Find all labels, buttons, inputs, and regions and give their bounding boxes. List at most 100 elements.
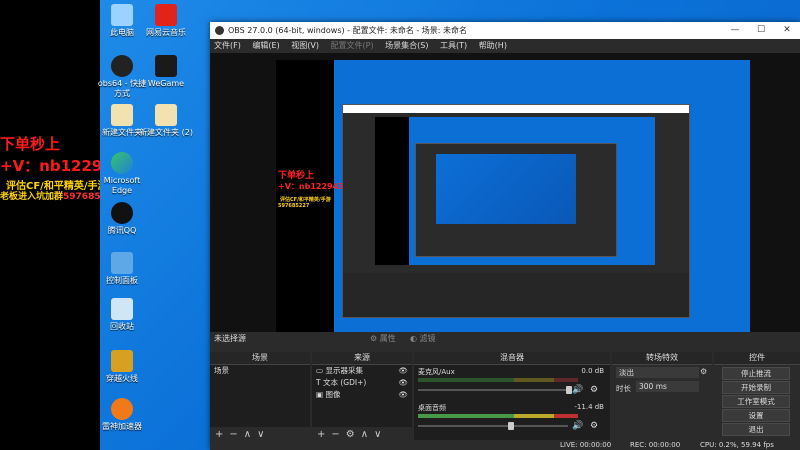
mixer-dock-header: 混音器 — [414, 352, 610, 365]
desktop-icon-new-folder-2[interactable]: 新建文件夹 (2) — [138, 104, 194, 138]
menu-file[interactable]: 文件(F) — [214, 41, 241, 50]
preview-overlay-line-1: 下单秒上 — [278, 171, 315, 181]
desktop-icon-label: 控制面板 — [106, 276, 138, 285]
move-down-button[interactable]: ∨ — [374, 429, 381, 440]
gear-icon[interactable]: ⚙ — [590, 385, 598, 395]
remove-source-button[interactable]: − — [331, 429, 339, 440]
scene-item[interactable]: 场景 — [210, 365, 310, 377]
scenes-list: 场景 — [210, 365, 310, 427]
rec-status: REC: 00:00:00 — [630, 441, 681, 449]
minimize-button[interactable]: — — [722, 22, 748, 39]
volume-slider-handle[interactable] — [508, 422, 514, 430]
start-recording-button[interactable]: 开始录制 — [722, 381, 790, 394]
stop-streaming-button[interactable]: 停止推流 — [722, 367, 790, 380]
desktop-icon-control-panel[interactable]: 控制面板 — [94, 252, 150, 286]
gear-icon[interactable]: ⚙ — [700, 367, 707, 376]
close-button[interactable]: ✕ — [774, 22, 800, 39]
exit-button[interactable]: 退出 — [722, 423, 790, 436]
preview-overlay-line-2: +V：nb122943 — [278, 182, 344, 191]
folder-icon — [111, 104, 133, 126]
leishen-icon — [111, 398, 133, 420]
menu-tools[interactable]: 工具(T) — [440, 41, 467, 50]
obs-titlebar[interactable]: OBS 27.0.0 (64-bit, windows) - 配置文件: 未命名… — [210, 22, 800, 39]
add-source-button[interactable]: + — [317, 429, 325, 440]
overlay-text-line-1: 下单秒上 — [0, 135, 61, 153]
duration-input[interactable]: 300 ms — [636, 381, 699, 392]
source-item[interactable]: T 文本 (GDI+) 👁 — [312, 377, 412, 389]
preview-overlay-line-4: 597685227 — [278, 203, 310, 209]
menu-help[interactable]: 帮助(H) — [479, 41, 507, 50]
desktop-icon-crossfire[interactable]: 穿越火线 — [94, 350, 150, 384]
mixer-channel-db: -11.4 dB — [574, 403, 604, 411]
preview-display-capture: 下单秒上 +V：nb122943 评估CF/和平精英/手游 597685227 — [276, 60, 750, 347]
obs-title: OBS 27.0.0 (64-bit, windows) - 配置文件: 未命名… — [228, 26, 468, 35]
desktop-icon-wegame[interactable]: WeGame — [138, 55, 194, 89]
nested-obs-window — [342, 104, 690, 318]
desktop-icon-label: 网易云音乐 — [146, 28, 186, 37]
no-source-selected-label: 未选择源 — [214, 334, 246, 343]
desktop-icon-label: 此电脑 — [110, 28, 134, 37]
sources-list: ▭ 显示器采集 👁 T 文本 (GDI+) 👁 ▣ 图像 👁 — [312, 365, 412, 427]
folder-icon — [155, 104, 177, 126]
volume-slider[interactable] — [418, 386, 572, 394]
maximize-button[interactable]: ☐ — [748, 22, 774, 39]
desktop-icon-edge[interactable]: Microsoft Edge — [94, 152, 150, 196]
nested-overlay-strip — [375, 117, 409, 265]
filters-label: 滤镜 — [419, 334, 436, 343]
volume-meter — [418, 378, 578, 382]
controls-panel: 停止推流 开始录制 工作室模式 设置 退出 — [714, 365, 800, 440]
control-panel-icon — [111, 252, 133, 274]
desktop-icon-recycle-bin[interactable]: 回收站 — [94, 298, 150, 332]
recycle-bin-icon — [111, 298, 133, 320]
desktop-icon-label: 穿越火线 — [106, 374, 138, 383]
stream-overlay-panel: 下单秒上 +V：nb122943 评估CF/和平精英/手游 老板进入坑加群597… — [0, 0, 123, 450]
source-toolbar: 未选择源 ⚙ 属性 ◐ 滤镜 — [210, 332, 800, 346]
source-item[interactable]: ▭ 显示器采集 👁 — [312, 365, 412, 377]
obs-statusbar: LIVE: 00:00:00 REC: 00:00:00 CPU: 0.2%, … — [210, 440, 800, 450]
volume-slider[interactable] — [418, 422, 568, 430]
eye-icon[interactable]: 👁 — [398, 377, 408, 389]
source-label: 文本 (GDI+) — [322, 378, 367, 387]
controls-dock-header: 控件 — [714, 352, 800, 365]
settings-button[interactable]: 设置 — [722, 409, 790, 422]
netease-music-icon — [155, 4, 177, 26]
move-down-button[interactable]: ∨ — [257, 429, 264, 440]
computer-icon — [111, 4, 133, 26]
gear-icon[interactable]: ⚙ — [590, 421, 598, 431]
menu-profile[interactable]: 配置文件(P) — [331, 41, 374, 50]
desktop-icon-qq[interactable]: 腾讯QQ — [94, 202, 150, 236]
duration-label: 时长 — [616, 384, 631, 393]
mixer-channel-name: 桌面音频 — [418, 404, 446, 412]
eye-icon[interactable]: 👁 — [398, 365, 408, 377]
nested-preview — [375, 117, 655, 265]
desktop-icon-label: 雷神加速器 — [102, 422, 142, 431]
properties-button[interactable]: ⚙ 属性 — [370, 332, 396, 346]
desktop-icon-netease-music[interactable]: 网易云音乐 — [138, 4, 194, 38]
menu-view[interactable]: 视图(V) — [291, 41, 319, 50]
speaker-icon[interactable]: 🔊 — [572, 385, 583, 395]
source-label: 图像 — [325, 390, 341, 399]
wegame-icon — [155, 55, 177, 77]
move-up-button[interactable]: ∧ — [244, 429, 251, 440]
add-scene-button[interactable]: + — [215, 429, 223, 440]
gear-icon[interactable]: ⚙ — [346, 429, 355, 440]
eye-icon[interactable]: 👁 — [398, 389, 408, 401]
move-up-button[interactable]: ∧ — [361, 429, 368, 440]
audio-mixer: 麦克风/Aux 0.0 dB 🔊 ⚙ 桌面音频 -11.4 dB 🔊 ⚙ — [414, 365, 610, 440]
menu-scene-collection[interactable]: 场景集合(S) — [385, 41, 428, 50]
menu-edit[interactable]: 编辑(E) — [252, 41, 279, 50]
speaker-icon[interactable]: 🔊 — [572, 421, 583, 431]
live-status: LIVE: 00:00:00 — [560, 441, 612, 449]
remove-scene-button[interactable]: − — [229, 429, 237, 440]
scenes-dock-header: 场景 — [210, 352, 310, 365]
transitions-panel: 淡出 ⚙ 时长 300 ms — [612, 365, 712, 427]
studio-mode-button[interactable]: 工作室模式 — [722, 395, 790, 408]
desktop-icon-label: WeGame — [147, 79, 185, 88]
transition-select[interactable]: 淡出 — [616, 367, 699, 378]
filters-button[interactable]: ◐ 滤镜 — [410, 332, 436, 346]
properties-label: 属性 — [379, 334, 396, 343]
preview-overlay-line-3: 评估CF/和平精英/手游 — [280, 197, 331, 203]
obs-preview[interactable]: 下单秒上 +V：nb122943 评估CF/和平精英/手游 597685227 — [210, 53, 800, 354]
desktop-icon-leishen[interactable]: 雷神加速器 — [94, 398, 150, 432]
source-item[interactable]: ▣ 图像 👁 — [312, 389, 412, 401]
